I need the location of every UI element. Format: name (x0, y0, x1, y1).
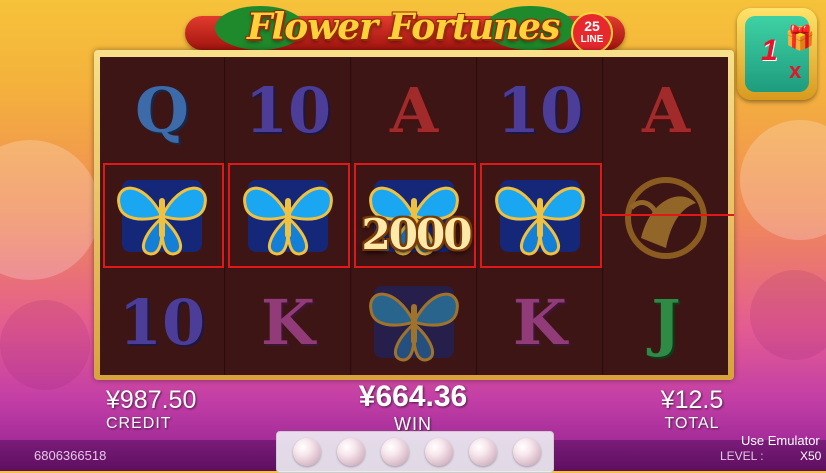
pearl-icon (337, 438, 365, 466)
phoenix-symbol (625, 177, 707, 259)
gift-icon: 🎁 (785, 25, 815, 52)
reel-cell: A (352, 57, 476, 163)
win-highlight-box (103, 163, 224, 268)
pearl-icon (469, 438, 497, 466)
gift-count: 1 (761, 34, 778, 67)
pearl-icon (381, 438, 409, 466)
game-title-banner: Flower Fortunes 25 LINE (185, 0, 625, 56)
card-symbol-10: 10 (496, 73, 584, 147)
credit-label: CREDIT (106, 415, 172, 432)
background-pattern (740, 120, 826, 240)
level-value: X50 (800, 449, 822, 463)
win-value: ¥664.36 (358, 380, 468, 413)
line-label: LINE (580, 34, 604, 45)
emulator-notice: Use Emulator (741, 433, 820, 448)
reel-cell (604, 163, 728, 269)
pearl-icon (425, 438, 453, 466)
win-amount-overlay: 2000 (361, 210, 473, 259)
background-flower (0, 300, 90, 390)
butterfly-symbol (369, 286, 459, 362)
gift-bonus-button[interactable]: 1 x 🎁 (737, 8, 817, 100)
reel-cell: J (604, 269, 728, 375)
reel-cell: 10 (226, 57, 350, 163)
pearl-icon (513, 438, 541, 466)
total-label: TOTAL (664, 415, 720, 432)
line-count: 25 (584, 18, 600, 34)
credit-value: ¥987.50 (106, 386, 197, 414)
payline (600, 214, 734, 216)
reel-column: AJ (604, 57, 728, 375)
win-highlight-box (228, 163, 350, 268)
reel-cell: Q (100, 57, 224, 163)
card-symbol-10: 10 (118, 285, 206, 359)
card-symbol-10: 10 (244, 73, 332, 147)
game-title: Flower Fortunes (247, 6, 560, 48)
level-label: LEVEL : (720, 449, 764, 463)
gift-panel: 1 x 🎁 (745, 16, 815, 92)
background-flower (750, 270, 826, 360)
line-count-badge: 25 LINE (571, 12, 613, 54)
reel-cell: 10 (478, 57, 602, 163)
total-value: ¥12.5 (660, 386, 724, 414)
total-bet-display: ¥12.5 TOTAL (652, 386, 732, 433)
pearl-icon (293, 438, 321, 466)
win-display: ¥664.36 WIN (313, 380, 513, 435)
card-symbol-k: K (513, 285, 567, 359)
win-highlight-box (480, 163, 602, 268)
card-symbol-j: J (651, 285, 681, 359)
reel-cell: 10 (100, 269, 224, 375)
card-symbol-a: A (641, 73, 691, 147)
reel-cell: A (604, 57, 728, 163)
gift-multiplier: x (789, 58, 802, 83)
credit-display: ¥987.50 CREDIT (106, 386, 226, 433)
card-symbol-q: Q (134, 73, 189, 147)
reel-cell (352, 269, 476, 375)
card-symbol-k: K (261, 285, 315, 359)
reel-cell: K (478, 269, 602, 375)
account-id: 6806366518 (34, 448, 107, 463)
reel-cell: K (226, 269, 350, 375)
card-symbol-a: A (389, 73, 439, 147)
pearl-progress-bar (276, 431, 554, 473)
background-pattern (0, 140, 100, 280)
